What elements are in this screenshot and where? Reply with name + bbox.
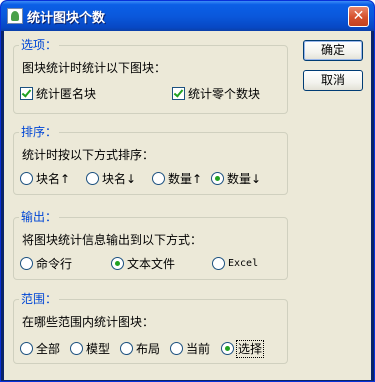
- checkbox-label: 统计零个数块: [188, 87, 261, 101]
- ok-button[interactable]: 确定: [303, 40, 363, 61]
- scope-group-label: 范围：: [19, 291, 60, 307]
- radio-label: 全部: [36, 342, 61, 356]
- options-group-desc: 图块统计时统计以下图块：: [22, 61, 167, 75]
- sort-group: 排序： 统计时按以下方式排序： 块名↑ 块名↓ 数量↑ 数量↓: [13, 124, 288, 195]
- radio-circle[interactable]: [211, 172, 224, 185]
- sort-group-label: 排序：: [19, 124, 60, 140]
- scope-group-desc: 在哪些范围内统计图块：: [22, 315, 155, 329]
- radio-label: 文本文件: [127, 257, 176, 271]
- output-group-label: 输出：: [19, 209, 60, 225]
- output-group: 输出： 将图块统计信息输出到以下方式： 命令行 文本文件 Excel: [13, 209, 288, 280]
- radio-circle[interactable]: [20, 342, 33, 355]
- scope-group: 范围： 在哪些范围内统计图块： 全部 模型 布局 当前 选择: [13, 291, 288, 364]
- close-button[interactable]: ✕: [348, 6, 369, 27]
- output-group-desc: 将图块统计信息输出到以下方式：: [22, 233, 203, 247]
- radio-circle[interactable]: [86, 172, 99, 185]
- window-title: 统计图块个数: [27, 11, 106, 26]
- dialog-window: 统计图块个数 ✕ 选项： 图块统计时统计以下图块： 统计匿名块 统计零个数块 排…: [0, 0, 375, 382]
- radio-circle[interactable]: [20, 172, 33, 185]
- checkbox-box[interactable]: [172, 87, 185, 100]
- checkbox-box[interactable]: [20, 87, 33, 100]
- radio-label: 选择: [235, 340, 265, 358]
- radio-label: 命令行: [36, 257, 73, 271]
- radio-label: 块名↓: [102, 172, 137, 186]
- radio-circle[interactable]: [70, 342, 83, 355]
- radio-label: Excel: [228, 258, 259, 269]
- cancel-button[interactable]: 取消: [303, 70, 363, 91]
- app-icon: [7, 8, 23, 24]
- options-group-label: 选项：: [19, 37, 60, 53]
- sort-group-desc: 统计时按以下方式排序：: [22, 148, 155, 162]
- radio-circle[interactable]: [120, 342, 133, 355]
- radio-label: 数量↑: [168, 172, 203, 186]
- radio-circle[interactable]: [170, 342, 183, 355]
- radio-circle[interactable]: [152, 172, 165, 185]
- radio-label: 当前: [186, 342, 211, 356]
- radio-label: 块名↑: [36, 172, 71, 186]
- radio-label: 布局: [136, 342, 161, 356]
- radio-label: 数量↓: [227, 172, 262, 186]
- dialog-body: 选项： 图块统计时统计以下图块： 统计匿名块 统计零个数块 排序： 统计时按以下…: [4, 31, 371, 380]
- radio-circle[interactable]: [221, 342, 234, 355]
- checkbox-label: 统计匿名块: [36, 87, 97, 101]
- radio-circle[interactable]: [111, 257, 124, 270]
- radio-label: 模型: [86, 342, 111, 356]
- radio-circle[interactable]: [20, 257, 33, 270]
- radio-circle[interactable]: [212, 257, 225, 270]
- options-group: 选项： 图块统计时统计以下图块： 统计匿名块 统计零个数块: [13, 37, 288, 114]
- title-bar[interactable]: 统计图块个数 ✕: [1, 1, 374, 31]
- close-icon: ✕: [352, 8, 365, 24]
